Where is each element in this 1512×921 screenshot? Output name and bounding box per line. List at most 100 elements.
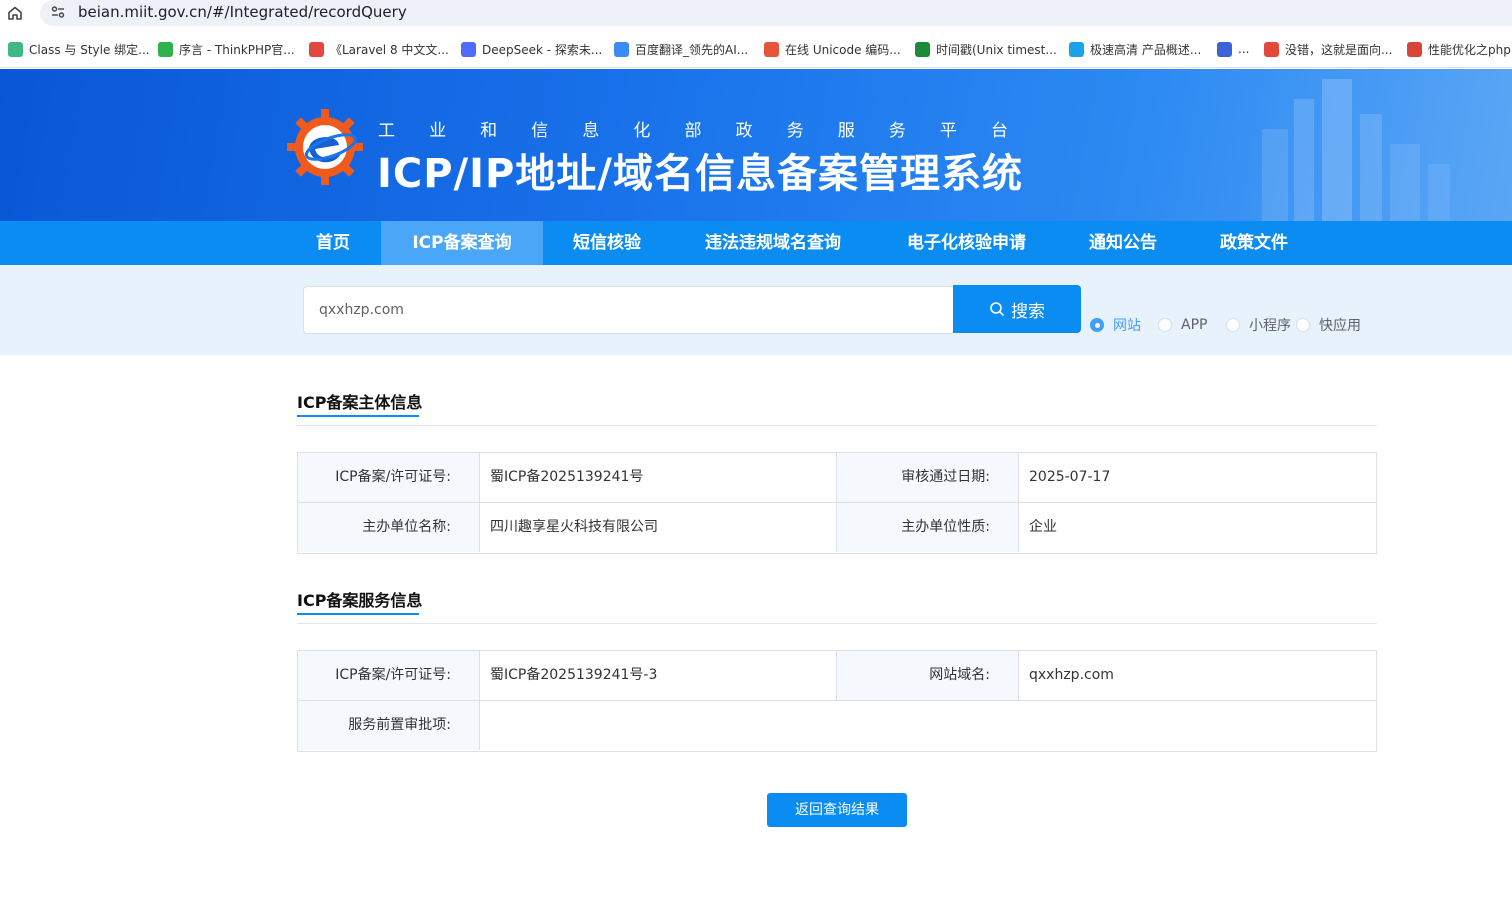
subtitle-char: 务 (786, 121, 804, 141)
subtitle-char: 台 (990, 121, 1008, 141)
service-info-table: ICP备案/许可证号: 蜀ICP备2025139241号-3 网站域名: qxx… (297, 650, 1377, 752)
radio-dot (1296, 318, 1310, 332)
subtitle-char: 政 (735, 121, 753, 141)
site-settings-icon[interactable] (50, 4, 66, 20)
subtitle-char: 息 (582, 121, 600, 141)
subject-info-underline (297, 415, 419, 417)
organizer-type-value: 企业 (1018, 503, 1376, 552)
unicode-icon (764, 41, 779, 57)
service-license-value: 蜀ICP备2025139241号-3 (479, 651, 836, 700)
bookmark-item[interactable]: 在线 Unicode 编码... (764, 40, 901, 58)
bookmark-item[interactable]: 极速高清 产品概述... (1069, 40, 1201, 58)
bookmark-label: 《Laravel 8 中文文... (330, 42, 449, 57)
bookmark-label: 序言 - ThinkPHP官... (179, 42, 295, 57)
approval-date-value: 2025-07-17 (1018, 453, 1376, 502)
bookmark-label: 性能优化之php (1428, 42, 1511, 57)
subtitle-char: 务 (888, 121, 906, 141)
bookmark-item[interactable]: 性能优化之php (1407, 40, 1511, 58)
rocket-icon (1217, 41, 1232, 57)
bookmarks-bar: Class 与 Style 绑定... 序言 - ThinkPHP官... 《Lar… (0, 30, 1512, 68)
bookmark-label: ... (1238, 42, 1250, 56)
nav-item-5[interactable]: 通知公告 (1058, 221, 1188, 265)
miit-logo (287, 109, 363, 185)
subject-info-table: ICP备案/许可证号: 蜀ICP备2025139241号 审核通过日期: 202… (297, 452, 1377, 554)
radio-dot (1158, 318, 1172, 332)
radio-dot (1226, 318, 1240, 332)
subtitle-char: 服 (837, 121, 855, 141)
search-button-label: 搜索 (1011, 301, 1045, 322)
nav-item-3[interactable]: 违法违规域名查询 (671, 221, 875, 265)
subtitle-char: 信 (531, 121, 549, 141)
license-label: ICP备案/许可证号: (298, 453, 479, 502)
subtitle-char: 部 (684, 121, 702, 141)
table-row: 服务前置审批项: (298, 701, 1376, 751)
radio-label: 小程序 (1249, 318, 1291, 334)
bookmark-item[interactable]: 时间戳(Unix timest... (915, 40, 1057, 58)
search-icon (990, 302, 1004, 316)
vue-icon (8, 41, 23, 57)
bookmark-label: 在线 Unicode 编码... (785, 42, 901, 57)
subtitle-char: 化 (633, 121, 651, 141)
bookmark-label: 百度翻译_领先的AI... (635, 42, 749, 57)
search-input[interactable]: qxxhzp.com (303, 286, 953, 334)
site-banner: 工 业 和 信 息 化 部 政 务 服 务 平 台 ICP/IP地址/域名信息备案管理系统 (0, 69, 1512, 221)
cloud-icon (1069, 41, 1084, 57)
jian-icon (1407, 41, 1422, 57)
organizer-name-value: 四川趣享星火科技有限公司 (479, 503, 836, 552)
search-button[interactable]: 搜索 (953, 285, 1081, 333)
domain-label: 网站域名: (836, 651, 1018, 700)
nav-item-2[interactable]: 短信核验 (543, 221, 671, 265)
subject-info-title: ICP备案主体信息 (297, 393, 423, 412)
banner-subtitle: 工业和信息化部政务服务平台 (378, 116, 1008, 141)
bookmark-label: Class 与 Style 绑定... (29, 42, 150, 57)
bookmark-item[interactable]: 百度翻译_领先的AI... (614, 40, 748, 58)
bookmark-label: DeepSeek - 探索未... (482, 42, 603, 57)
subtitle-char: 工 (378, 121, 395, 141)
main-nav: 首页 ICP备案查询 短信核验 违法违规域名查询 电子化核验申请 通知公告 政策文件 (0, 221, 1512, 265)
radio-dot (1090, 318, 1104, 332)
bookmark-item[interactable]: Class 与 Style 绑定... (8, 40, 150, 58)
search-type-radio[interactable]: 网站 (1090, 316, 1141, 334)
search-area: qxxhzp.com 搜索 网站 APP 小程序 快应用 (0, 265, 1512, 355)
home-icon[interactable] (6, 4, 24, 22)
back-to-results-button[interactable]: 返回查询结果 (767, 793, 907, 827)
deepseek-icon (461, 41, 476, 57)
subtitle-char: 和 (480, 121, 498, 141)
nav-item-4[interactable]: 电子化核验申请 (875, 221, 1058, 265)
search-type-radio[interactable]: APP (1158, 316, 1207, 334)
bookmark-item[interactable]: ... (1217, 40, 1249, 58)
nav-item-0[interactable]: 首页 (296, 221, 370, 265)
baidu-translate-icon (614, 41, 629, 57)
table-row: ICP备案/许可证号: 蜀ICP备2025139241号-3 网站域名: qxx… (298, 651, 1376, 701)
bookmark-label: 没错，这就是面向... (1285, 42, 1393, 57)
approval-date-label: 审核通过日期: (836, 453, 1018, 502)
radio-label: 网站 (1113, 318, 1141, 334)
laravel-icon (309, 41, 324, 57)
pre-approval-label: 服务前置审批项: (298, 701, 479, 750)
service-info-title: ICP备案服务信息 (297, 591, 423, 610)
section-divider (297, 623, 1377, 624)
browser-address-bar: beian.miit.gov.cn/#/Integrated/recordQue… (0, 0, 1512, 30)
radio-label: 快应用 (1319, 318, 1361, 334)
bookmark-item[interactable]: 《Laravel 8 中文文... (309, 40, 449, 58)
bookmark-item[interactable]: DeepSeek - 探索未... (461, 40, 602, 58)
section-divider (297, 425, 1377, 426)
service-info-underline (297, 613, 419, 615)
thinkphp-icon (158, 41, 173, 57)
pre-approval-value (479, 701, 1376, 750)
bookmark-label: 极速高清 产品概述... (1090, 42, 1202, 57)
timestamp-icon (915, 41, 930, 57)
table-row: 主办单位名称: 四川趣享星火科技有限公司 主办单位性质: 企业 (298, 503, 1376, 553)
organizer-name-label: 主办单位名称: (298, 503, 479, 552)
bookmark-item[interactable]: 没错，这就是面向... (1264, 40, 1392, 58)
url-text[interactable]: beian.miit.gov.cn/#/Integrated/recordQue… (78, 3, 407, 21)
license-value: 蜀ICP备2025139241号 (479, 453, 836, 502)
search-type-radio[interactable]: 快应用 (1296, 316, 1361, 334)
nav-item-6[interactable]: 政策文件 (1188, 221, 1320, 265)
nav-item-1[interactable]: ICP备案查询 (381, 221, 543, 265)
laravel-icon (1264, 41, 1279, 57)
search-type-radio[interactable]: 小程序 (1226, 316, 1291, 334)
city-skyline-decoration (1262, 79, 1450, 221)
bookmark-item[interactable]: 序言 - ThinkPHP官... (158, 40, 295, 58)
radio-label: APP (1181, 317, 1208, 333)
